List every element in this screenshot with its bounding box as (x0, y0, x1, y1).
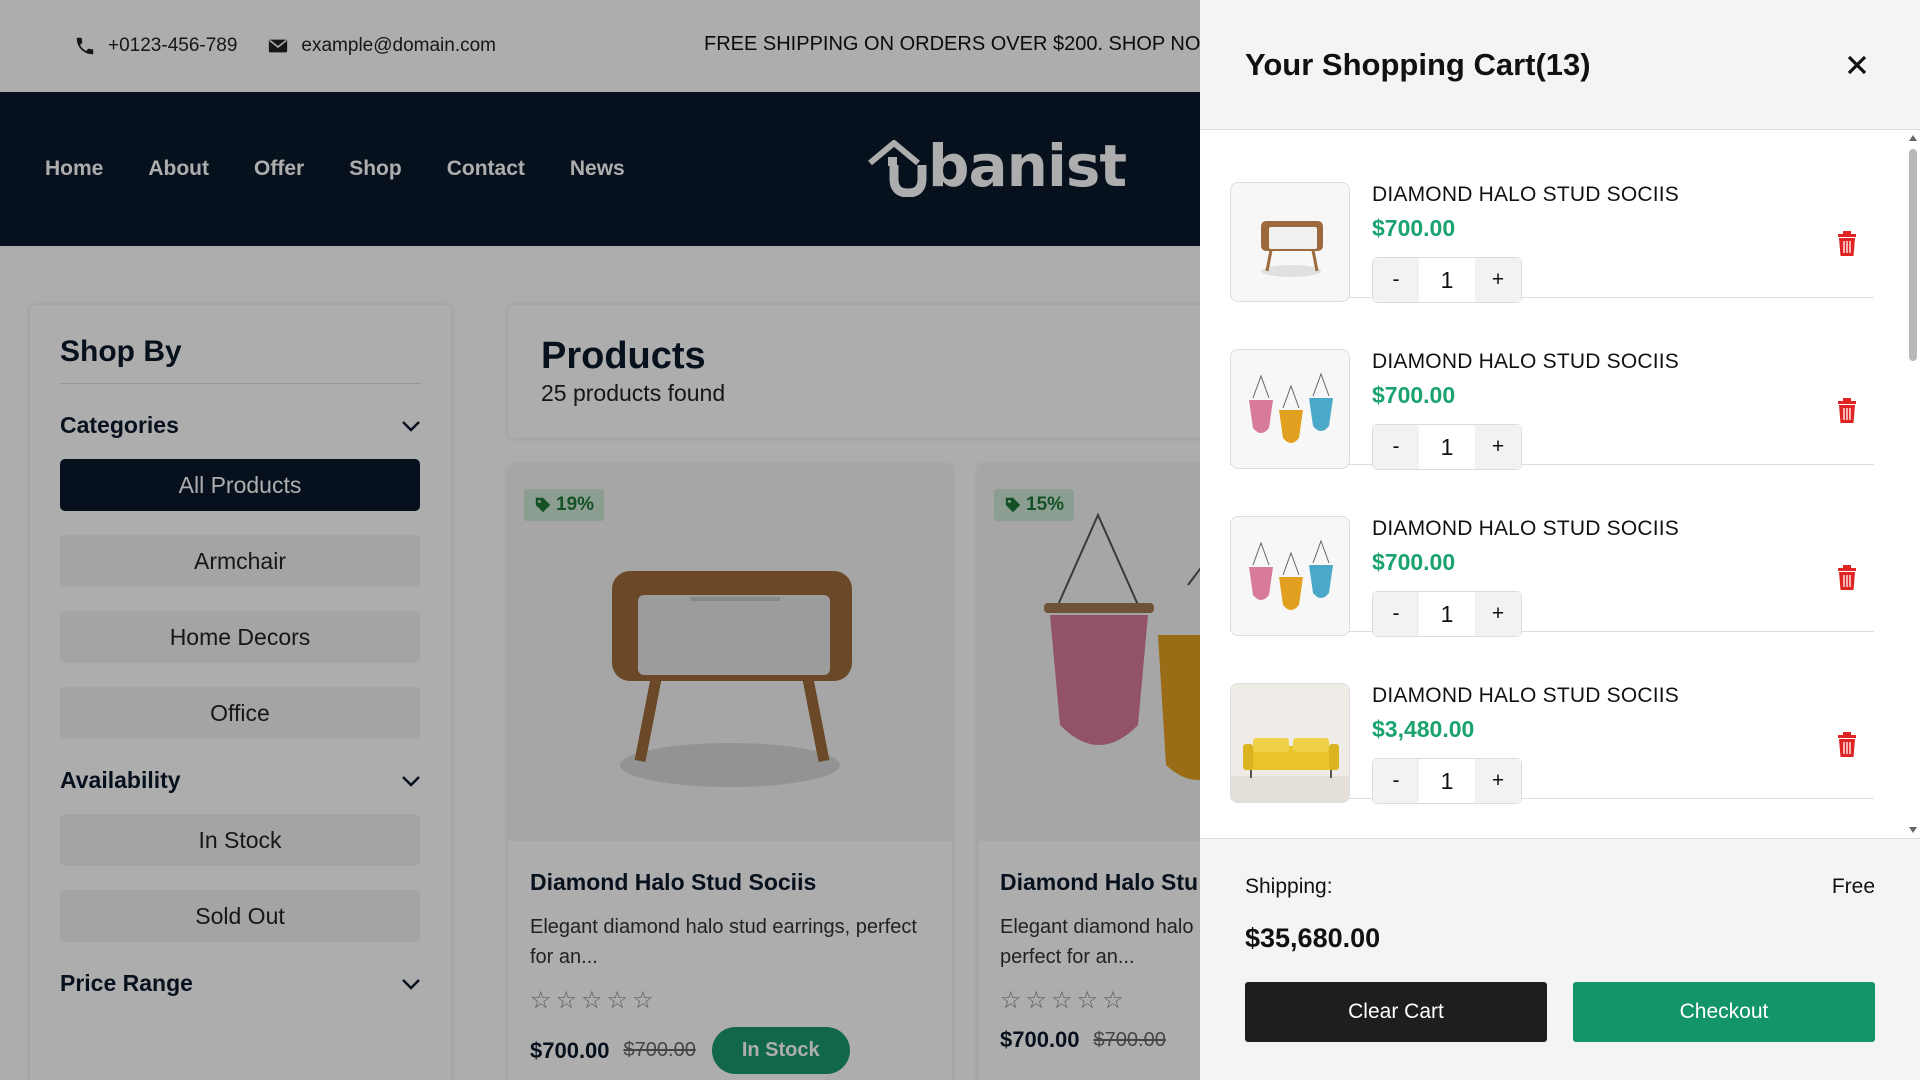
scrollbar-thumb[interactable] (1909, 149, 1917, 361)
decrease-qty-button[interactable]: - (1373, 425, 1419, 469)
quantity-stepper: - 1 + (1372, 257, 1522, 303)
increase-qty-button[interactable]: + (1475, 425, 1521, 469)
cart-item-image[interactable] (1230, 516, 1350, 636)
cart-scrollbar[interactable] (1906, 131, 1920, 837)
quantity-value[interactable]: 1 (1419, 592, 1475, 636)
nightstand-image (1261, 221, 1323, 277)
decrease-qty-button[interactable]: - (1373, 258, 1419, 302)
shipping-label: Shipping: (1245, 875, 1333, 898)
cart-items-list: DIAMOND HALO STUD SOCIIS $700.00 - 1 + D… (1200, 131, 1920, 837)
close-icon[interactable] (1839, 47, 1875, 83)
shipping-row: Shipping: Free (1245, 875, 1875, 899)
cart-item: DIAMOND HALO STUD SOCIIS $700.00 - 1 + (1230, 298, 1874, 470)
trash-icon[interactable] (1836, 565, 1858, 591)
cart-item-price: $3,480.00 (1372, 716, 1475, 742)
quantity-stepper: - 1 + (1372, 758, 1522, 804)
cart-item-image[interactable] (1230, 349, 1350, 469)
increase-qty-button[interactable]: + (1475, 592, 1521, 636)
scroll-up-arrow-icon[interactable] (1909, 135, 1917, 141)
cart-item: DIAMOND HALO STUD SOCIIS $700.00 - 1 + (1230, 465, 1874, 637)
yellow-sofa-image (1231, 684, 1349, 802)
increase-qty-button[interactable]: + (1475, 258, 1521, 302)
cart-header: Your Shopping Cart(13) (1200, 0, 1920, 130)
decrease-qty-button[interactable]: - (1373, 759, 1419, 803)
cart-item-image[interactable] (1230, 683, 1350, 803)
cart-item-name[interactable]: DIAMOND HALO STUD SOCIIS (1372, 183, 1679, 207)
macrame-image (1249, 372, 1333, 443)
shopping-cart-drawer: Your Shopping Cart(13) DIAMOND HALO STUD… (1200, 0, 1920, 1080)
quantity-stepper: - 1 + (1372, 591, 1522, 637)
quantity-value[interactable]: 1 (1419, 425, 1475, 469)
increase-qty-button[interactable]: + (1475, 759, 1521, 803)
cart-item-name[interactable]: DIAMOND HALO STUD SOCIIS (1372, 350, 1679, 374)
cart-item-image[interactable] (1230, 182, 1350, 302)
cart-item-price: $700.00 (1372, 549, 1456, 575)
cart-title: Your Shopping Cart(13) (1245, 46, 1591, 82)
trash-icon[interactable] (1836, 732, 1858, 758)
quantity-stepper: - 1 + (1372, 424, 1522, 470)
clear-cart-button[interactable]: Clear Cart (1245, 982, 1547, 1042)
cart-item-name[interactable]: DIAMOND HALO STUD SOCIIS (1372, 684, 1679, 708)
macrame-image (1249, 539, 1333, 610)
quantity-value[interactable]: 1 (1419, 759, 1475, 803)
checkout-button[interactable]: Checkout (1573, 982, 1875, 1042)
cart-item-name[interactable]: DIAMOND HALO STUD SOCIIS (1372, 517, 1679, 541)
cart-item: DIAMOND HALO STUD SOCIIS $700.00 - 1 + (1230, 131, 1874, 303)
shipping-value: Free (1831, 875, 1875, 898)
scroll-down-arrow-icon[interactable] (1909, 827, 1917, 833)
cart-footer: Shipping: Free $35,680.00 Clear Cart Che… (1200, 838, 1920, 1080)
cart-item-price: $700.00 (1372, 382, 1456, 408)
trash-icon[interactable] (1836, 231, 1858, 257)
cart-item-price: $700.00 (1372, 215, 1456, 241)
quantity-value[interactable]: 1 (1419, 258, 1475, 302)
decrease-qty-button[interactable]: - (1373, 592, 1419, 636)
cart-item: DIAMOND HALO STUD SOCIIS $3,480.00 - 1 + (1230, 632, 1874, 804)
trash-icon[interactable] (1836, 398, 1858, 424)
cart-actions: Clear Cart Checkout (1245, 982, 1875, 1042)
page-dim-overlay[interactable] (0, 0, 1200, 1080)
cart-total: $35,680.00 (1245, 923, 1381, 953)
